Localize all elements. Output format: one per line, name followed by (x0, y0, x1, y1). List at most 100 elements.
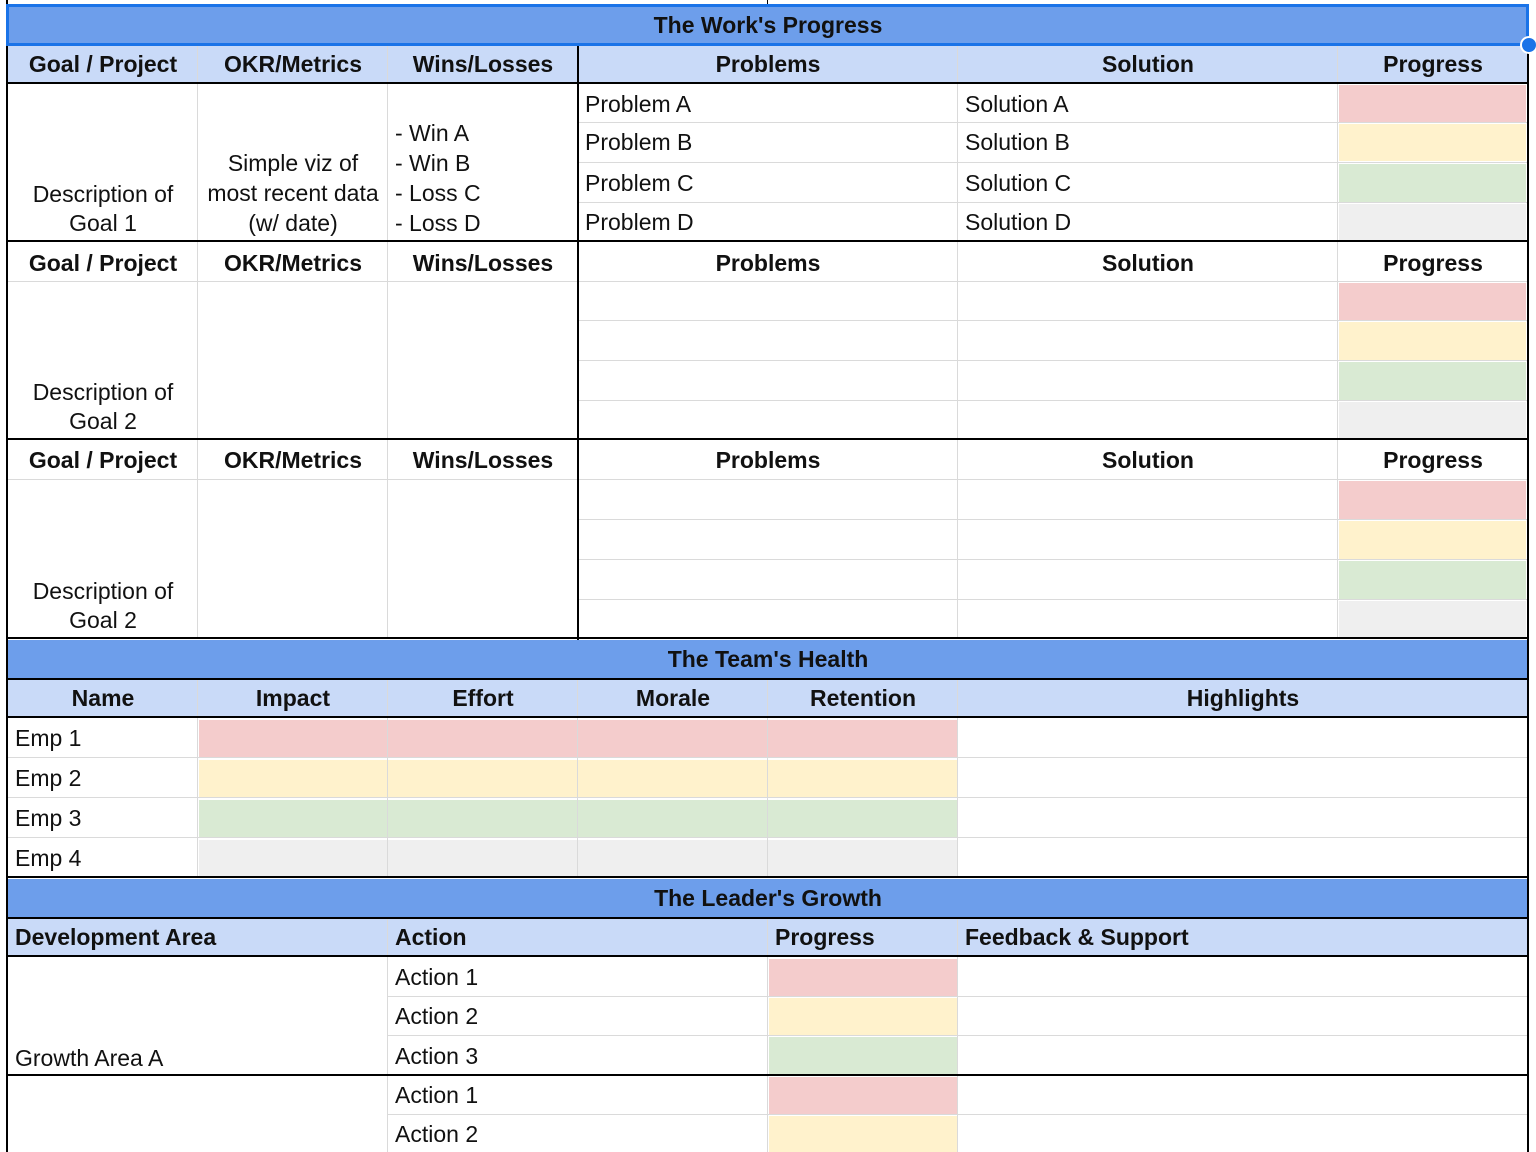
highlights-cell[interactable] (958, 719, 1528, 877)
problem-cell[interactable]: Problem D (578, 203, 958, 241)
header-problems[interactable]: Problems (578, 244, 958, 282)
solution-cell[interactable]: Solution D (958, 203, 1338, 241)
solution-cell[interactable] (958, 282, 1338, 321)
header-impact[interactable]: Impact (198, 680, 388, 717)
header-okr-metrics[interactable]: OKR/Metrics (198, 46, 388, 83)
selection-fill-handle[interactable] (1520, 36, 1536, 54)
header-solution[interactable]: Solution (958, 46, 1338, 83)
header-problems[interactable]: Problems (578, 46, 958, 83)
header-goal-project[interactable]: Goal / Project (8, 46, 198, 83)
employee-name[interactable]: Emp 3 (8, 799, 198, 837)
problem-cell[interactable] (578, 480, 958, 520)
action-cell[interactable]: Action 1 (388, 958, 768, 996)
spreadsheet-grid[interactable]: The Work's Progress Goal / Project OKR/M… (0, 0, 1536, 1152)
progress-status-red[interactable] (1339, 283, 1526, 320)
header-solution[interactable]: Solution (958, 441, 1338, 480)
wins-losses-cell[interactable] (388, 282, 578, 438)
goal-description[interactable]: Description of Goal 2 (8, 481, 198, 637)
progress-status-red[interactable] (1339, 481, 1526, 519)
header-development-area[interactable]: Development Area (8, 919, 388, 956)
header-solution[interactable]: Solution (958, 244, 1338, 282)
header-retention[interactable]: Retention (768, 680, 958, 717)
header-problems[interactable]: Problems (578, 441, 958, 480)
problem-cell[interactable] (578, 321, 958, 361)
problem-cell[interactable] (578, 600, 958, 638)
feedback-support-cell[interactable] (958, 958, 1528, 1075)
progress-status-green[interactable] (1339, 362, 1526, 400)
solution-cell[interactable] (958, 361, 1338, 401)
header-wins-losses[interactable]: Wins/Losses (388, 46, 578, 83)
problem-cell[interactable] (578, 520, 958, 560)
employee-name[interactable]: Emp 2 (8, 759, 198, 797)
header-progress[interactable]: Progress (1338, 244, 1528, 282)
health-rating-red[interactable] (199, 720, 957, 757)
development-area-cell[interactable] (8, 1077, 388, 1152)
action-cell[interactable]: Action 3 (388, 1037, 768, 1075)
health-rating-green[interactable] (199, 800, 957, 837)
solution-cell[interactable] (958, 520, 1338, 560)
progress-status-green[interactable] (1339, 561, 1526, 599)
progress-status-red[interactable] (1339, 85, 1526, 122)
header-goal-project[interactable]: Goal / Project (8, 244, 198, 282)
progress-status-grey[interactable] (1339, 601, 1526, 637)
header-okr-metrics[interactable]: OKR/Metrics (198, 244, 388, 282)
header-goal-project[interactable]: Goal / Project (8, 441, 198, 480)
header-progress[interactable]: Progress (1338, 441, 1528, 480)
progress-status-yellow[interactable] (1339, 521, 1526, 559)
employee-name[interactable]: Emp 1 (8, 719, 198, 757)
problem-cell[interactable]: Problem B (578, 123, 958, 161)
wins-losses-cell[interactable]: - Win A - Win B - Loss C - Loss D (388, 84, 578, 240)
solution-cell[interactable] (958, 321, 1338, 361)
header-progress[interactable]: Progress (768, 919, 958, 956)
development-area-cell[interactable]: Growth Area A (8, 958, 388, 1075)
problem-cell[interactable]: Problem A (578, 85, 958, 123)
team-section-title[interactable]: The Team's Health (8, 640, 1528, 678)
problem-cell[interactable]: Problem C (578, 163, 958, 203)
action-cell[interactable]: Action 2 (388, 1116, 768, 1152)
leader-section-title[interactable]: The Leader's Growth (8, 879, 1528, 917)
solution-cell[interactable]: Solution A (958, 85, 1338, 123)
solution-cell[interactable]: Solution B (958, 123, 1338, 161)
problem-cell[interactable] (578, 361, 958, 401)
problem-cell[interactable] (578, 560, 958, 600)
health-rating-grey[interactable] (199, 840, 957, 876)
action-progress-green[interactable] (769, 1037, 957, 1074)
header-effort[interactable]: Effort (388, 680, 578, 717)
action-progress-yellow[interactable] (769, 998, 957, 1035)
okr-metrics-cell[interactable] (198, 282, 388, 438)
header-feedback-support[interactable]: Feedback & Support (958, 919, 1528, 956)
progress-status-green[interactable] (1339, 164, 1526, 202)
solution-cell[interactable] (958, 560, 1338, 600)
goal-description[interactable]: Description of Goal 1 (8, 84, 198, 240)
action-cell[interactable]: Action 1 (388, 1076, 768, 1114)
header-name[interactable]: Name (8, 680, 198, 717)
okr-metrics-cell[interactable] (198, 481, 388, 637)
employee-name[interactable]: Emp 4 (8, 839, 198, 877)
action-cell[interactable]: Action 2 (388, 997, 768, 1035)
okr-metrics-cell[interactable]: Simple viz of most recent data (w/ date) (198, 84, 388, 240)
header-morale[interactable]: Morale (578, 680, 768, 717)
problem-cell[interactable] (578, 282, 958, 321)
header-progress[interactable]: Progress (1338, 46, 1528, 83)
header-okr-metrics[interactable]: OKR/Metrics (198, 441, 388, 480)
border (6, 876, 1529, 878)
header-wins-losses[interactable]: Wins/Losses (388, 244, 578, 282)
action-progress-red[interactable] (769, 959, 957, 996)
header-action[interactable]: Action (388, 919, 768, 956)
solution-cell[interactable] (958, 401, 1338, 439)
wins-losses-cell[interactable] (388, 481, 578, 637)
action-progress-red[interactable] (769, 1077, 957, 1114)
solution-cell[interactable] (958, 480, 1338, 520)
progress-status-yellow[interactable] (1339, 322, 1526, 360)
health-rating-yellow[interactable] (199, 760, 957, 797)
header-highlights[interactable]: Highlights (958, 680, 1528, 717)
goal-description[interactable]: Description of Goal 2 (8, 282, 198, 438)
header-wins-losses[interactable]: Wins/Losses (388, 441, 578, 480)
solution-cell[interactable]: Solution C (958, 163, 1338, 203)
progress-status-yellow[interactable] (1339, 124, 1526, 161)
progress-status-grey[interactable] (1339, 204, 1526, 240)
action-progress-yellow[interactable] (769, 1116, 957, 1152)
progress-status-grey[interactable] (1339, 402, 1526, 438)
problem-cell[interactable] (578, 401, 958, 439)
solution-cell[interactable] (958, 600, 1338, 638)
